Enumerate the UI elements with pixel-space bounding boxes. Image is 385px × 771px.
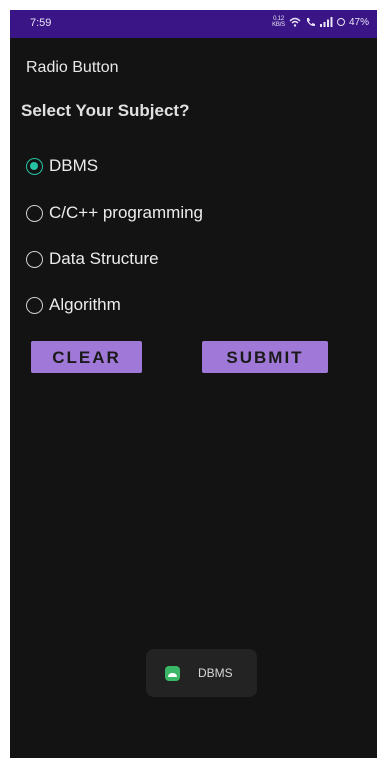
radio-option-dbms[interactable]: DBMS	[26, 156, 98, 176]
app-icon	[165, 665, 180, 681]
radio-option-algorithm[interactable]: Algorithm	[26, 295, 121, 315]
app-title: Radio Button	[26, 59, 119, 76]
clear-button[interactable]: CLEAR	[31, 341, 142, 373]
question-label: Select Your Subject?	[21, 101, 190, 120]
battery-percentage: 47%	[348, 16, 369, 28]
network-speed-unit: KB/S	[272, 22, 285, 28]
call-icon	[306, 18, 315, 27]
phone-screen: 7:59 0.12 KB/S 47% Radio Button Select Y…	[10, 10, 377, 758]
radio-label: Data Structure	[49, 249, 159, 268]
status-icons: 0.12 KB/S 47%	[272, 16, 369, 28]
toast-text: DBMS	[198, 666, 233, 680]
battery-ring-icon	[336, 18, 345, 26]
radio-unselected-icon[interactable]	[26, 296, 43, 314]
status-bar: 7:59 0.12 KB/S 47%	[10, 10, 377, 38]
radio-label: DBMS	[49, 156, 99, 175]
radio-option-c-cpp-programming[interactable]: C/C++ programming	[26, 203, 203, 223]
radio-option-data-structure[interactable]: Data Structure	[26, 249, 159, 269]
status-time: 7:59	[30, 17, 52, 29]
radio-selected-icon[interactable]	[26, 157, 43, 175]
wifi-icon	[289, 17, 301, 27]
radio-label: Algorithm	[49, 295, 121, 314]
submit-button[interactable]: SUBMIT	[202, 341, 328, 373]
toast-message: DBMS	[146, 649, 257, 697]
signal-icon	[319, 17, 333, 27]
network-speed-icon: 0.12 KB/S	[272, 16, 285, 28]
radio-label: C/C++ programming	[49, 203, 204, 222]
radio-unselected-icon[interactable]	[26, 250, 43, 268]
radio-unselected-icon[interactable]	[26, 204, 43, 222]
